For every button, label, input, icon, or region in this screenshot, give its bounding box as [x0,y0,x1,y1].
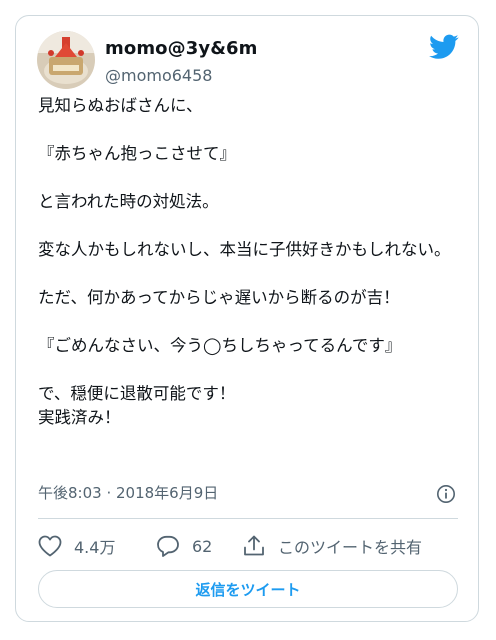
share-icon [244,535,264,556]
divider [38,518,458,519]
share-label: このツイートを共有 [278,538,423,557]
tweet-timestamp[interactable]: 午後8:03 · 2018年6月9日 [38,482,218,503]
tweet-text: 見知らぬおばさんに、 『赤ちゃん抱っこさせて』 と言われた時の対処法。 変な人か… [38,96,451,427]
twitter-bird-icon[interactable] [429,34,459,60]
like-button[interactable]: 4.4万 [38,532,115,560]
share-button[interactable]: このツイートを共有 [242,532,422,560]
tweet-card: momo@3y&6m @momo6458 見知らぬおばさんに、 『赤ちゃん抱っこ… [15,15,479,622]
author-handle[interactable]: @momo6458 [105,66,212,85]
reply-button[interactable]: 62 [156,532,212,560]
reply-bubble-icon [157,535,179,557]
avatar[interactable] [37,31,95,89]
author-display-name[interactable]: momo@3y&6m [105,38,257,59]
reply-count: 62 [192,536,213,556]
heart-icon [38,535,62,557]
reply-tweet-button[interactable]: 返信をツイート [38,570,458,608]
like-count: 4.4万 [74,538,116,557]
info-icon[interactable] [436,484,456,504]
